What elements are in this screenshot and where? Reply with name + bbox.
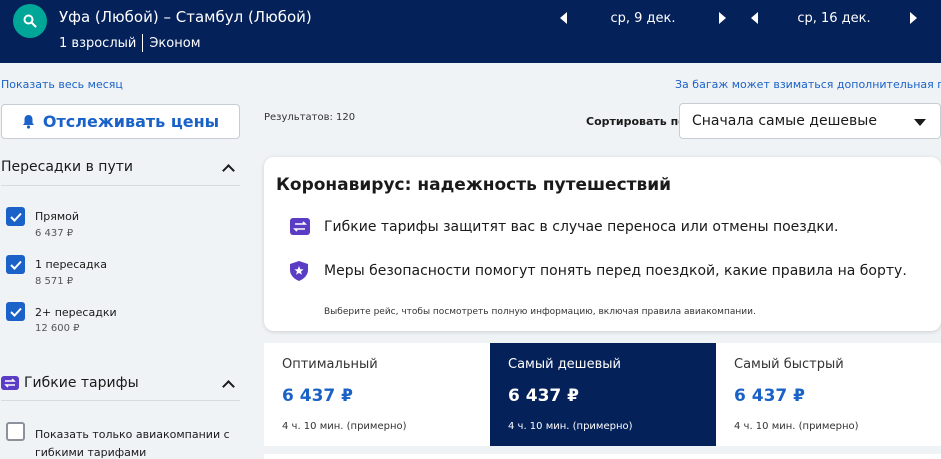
card-title: Коронавирус: надежность путешествий bbox=[276, 175, 672, 195]
separator bbox=[142, 34, 144, 52]
tab-price: 6 437 ₽ bbox=[508, 386, 579, 406]
option-price: 8 571 ₽ bbox=[35, 276, 74, 287]
search-icon bbox=[23, 14, 37, 28]
safety-measures-info: Меры безопасности помогут понять перед п… bbox=[324, 263, 907, 279]
prev-return-date-arrow-icon[interactable] bbox=[751, 12, 758, 24]
checkbox-one-stop[interactable] bbox=[6, 255, 25, 274]
shield-icon bbox=[290, 261, 308, 281]
option-label: Прямой bbox=[35, 210, 80, 223]
search-header: Уфа (Любой) – Стамбул (Любой) 1 взрослый… bbox=[0, 0, 941, 63]
sort-tabs: Оптимальный 6 437 ₽ 4 ч. 10 мин. (пример… bbox=[264, 343, 941, 446]
flexible-filter-title[interactable]: Гибкие тарифы bbox=[1, 375, 139, 391]
option-price: 12 600 ₽ bbox=[35, 323, 80, 334]
tab-name: Самый дешевый bbox=[508, 357, 621, 372]
results-count: Результатов: 120 bbox=[264, 112, 356, 123]
tab-name: Оптимальный bbox=[282, 357, 378, 372]
check-icon bbox=[9, 212, 22, 222]
sort-select[interactable]: Сначала самые дешевые bbox=[679, 103, 941, 139]
tab-duration: 4 ч. 10 мин. (примерно) bbox=[734, 421, 859, 432]
check-icon bbox=[9, 260, 22, 270]
passenger-count: 1 взрослый bbox=[59, 35, 137, 51]
option-price: 6 437 ₽ bbox=[35, 228, 74, 239]
tab-optimal[interactable]: Оптимальный 6 437 ₽ 4 ч. 10 мин. (пример… bbox=[264, 343, 490, 446]
flexible-fare-icon bbox=[1, 376, 19, 390]
search-button[interactable] bbox=[13, 4, 47, 38]
next-depart-date-arrow-icon[interactable] bbox=[719, 12, 726, 24]
next-card-edge bbox=[264, 454, 941, 459]
tab-fastest[interactable]: Самый быстрый 6 437 ₽ 4 ч. 10 мин. (прим… bbox=[716, 343, 941, 446]
covid-info-card: Коронавирус: надежность путешествий Гибк… bbox=[264, 157, 941, 331]
track-prices-button[interactable]: Отслеживать цены bbox=[1, 104, 240, 139]
tab-name: Самый быстрый bbox=[734, 357, 844, 372]
stops-filter-title[interactable]: Пересадки в пути bbox=[1, 159, 133, 175]
checkbox-direct[interactable] bbox=[6, 207, 25, 226]
tab-duration: 4 ч. 10 мин. (примерно) bbox=[282, 421, 407, 432]
tab-price: 6 437 ₽ bbox=[282, 386, 353, 406]
chevron-up-icon[interactable] bbox=[222, 380, 235, 393]
tab-cheapest[interactable]: Самый дешевый 6 437 ₽ 4 ч. 10 мин. (прим… bbox=[490, 343, 716, 446]
divider bbox=[1, 185, 240, 186]
return-date[interactable]: ср, 16 дек. bbox=[758, 11, 910, 26]
caret-down-icon bbox=[914, 119, 926, 126]
flexible-filter-label: Гибкие тарифы bbox=[24, 375, 139, 391]
depart-date[interactable]: ср, 9 дек. bbox=[567, 11, 719, 26]
flexible-fare-icon bbox=[290, 218, 310, 235]
cabin-class: Эконом bbox=[149, 35, 201, 51]
bell-icon bbox=[22, 115, 34, 129]
option-label: гибкими тарифами bbox=[35, 446, 147, 459]
route-summary[interactable]: Уфа (Любой) – Стамбул (Любой) bbox=[59, 8, 312, 26]
card-note: Выберите рейс, чтобы посмотреть полную и… bbox=[324, 307, 756, 317]
option-label: 1 пересадка bbox=[35, 258, 107, 271]
return-date-picker: ср, 16 дек. bbox=[751, 8, 917, 28]
sort-label: Сортировать по bbox=[586, 115, 686, 128]
tab-duration: 4 ч. 10 мин. (примерно) bbox=[508, 421, 633, 432]
track-prices-label: Отслеживать цены bbox=[42, 112, 220, 131]
option-label: Показать только авиакомпании с bbox=[35, 428, 230, 441]
baggage-fee-link[interactable]: За багаж может взиматься дополнительная … bbox=[675, 78, 941, 91]
chevron-up-icon[interactable] bbox=[222, 164, 235, 177]
prev-depart-date-arrow-icon[interactable] bbox=[560, 12, 567, 24]
sort-selected-value: Сначала самые дешевые bbox=[692, 113, 877, 129]
depart-date-picker: ср, 9 дек. bbox=[560, 8, 726, 28]
divider bbox=[1, 400, 240, 401]
flexible-fares-info: Гибкие тарифы защитят вас в случае перен… bbox=[324, 219, 839, 235]
checkbox-two-plus-stops[interactable] bbox=[6, 302, 25, 321]
passenger-summary[interactable]: 1 взрослый Эконом bbox=[59, 34, 201, 52]
tab-price: 6 437 ₽ bbox=[734, 386, 805, 406]
next-return-date-arrow-icon[interactable] bbox=[910, 12, 917, 24]
checkbox-flexible-only[interactable] bbox=[6, 422, 25, 441]
option-label: 2+ пересадки bbox=[35, 306, 117, 319]
show-month-link[interactable]: Показать весь месяц bbox=[1, 78, 123, 91]
check-icon bbox=[9, 307, 22, 317]
